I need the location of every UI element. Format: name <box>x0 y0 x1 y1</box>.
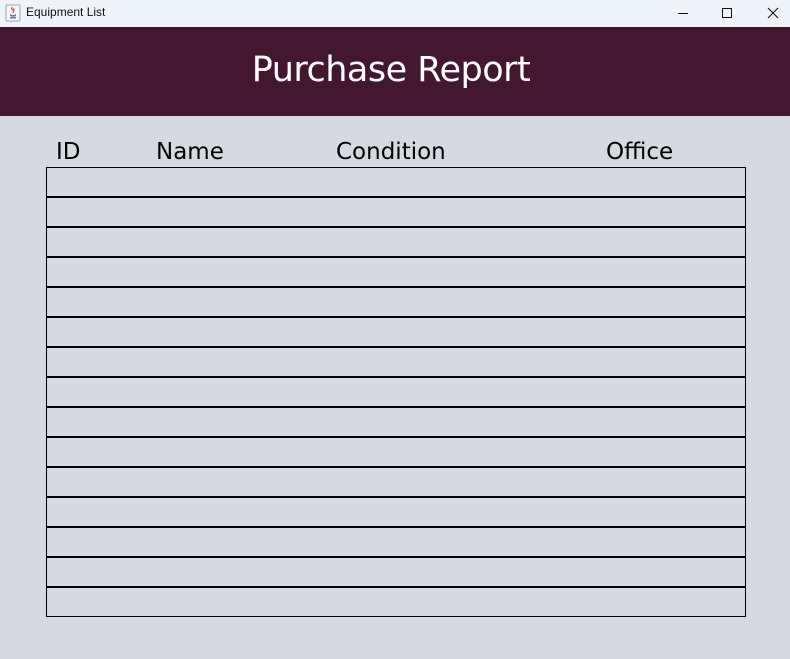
table-row[interactable] <box>47 228 745 258</box>
column-header-id: ID <box>56 139 81 165</box>
table-row[interactable] <box>47 498 745 528</box>
table-row[interactable] <box>47 348 745 378</box>
table-row[interactable] <box>47 528 745 558</box>
table-row[interactable] <box>47 588 745 616</box>
table-row[interactable] <box>47 288 745 318</box>
table-row[interactable] <box>47 318 745 348</box>
equipment-table[interactable] <box>46 167 746 617</box>
minimize-icon <box>677 4 689 23</box>
equipment-list-window: Equipment List Purchase Report ID Name C… <box>0 0 790 659</box>
maximize-button[interactable] <box>704 0 750 27</box>
column-header-name: Name <box>156 139 224 165</box>
header-banner: Purchase Report <box>0 27 790 116</box>
title-bar[interactable]: Equipment List <box>0 0 790 27</box>
table-row[interactable] <box>47 468 745 498</box>
table-row[interactable] <box>47 408 745 438</box>
maximize-icon <box>721 4 733 23</box>
table-row[interactable] <box>47 378 745 408</box>
close-button[interactable] <box>750 0 790 27</box>
table-row[interactable] <box>47 258 745 288</box>
minimize-button[interactable] <box>660 0 706 27</box>
page-title: Purchase Report <box>251 50 531 90</box>
table-row[interactable] <box>47 168 745 198</box>
column-header-condition: Condition <box>336 139 446 165</box>
table-row[interactable] <box>47 198 745 228</box>
table-row[interactable] <box>47 558 745 588</box>
window-title: Equipment List <box>26 5 106 19</box>
column-header-office: Office <box>606 139 674 165</box>
java-cup-icon <box>5 4 21 22</box>
close-icon <box>767 4 779 23</box>
table-row[interactable] <box>47 438 745 468</box>
